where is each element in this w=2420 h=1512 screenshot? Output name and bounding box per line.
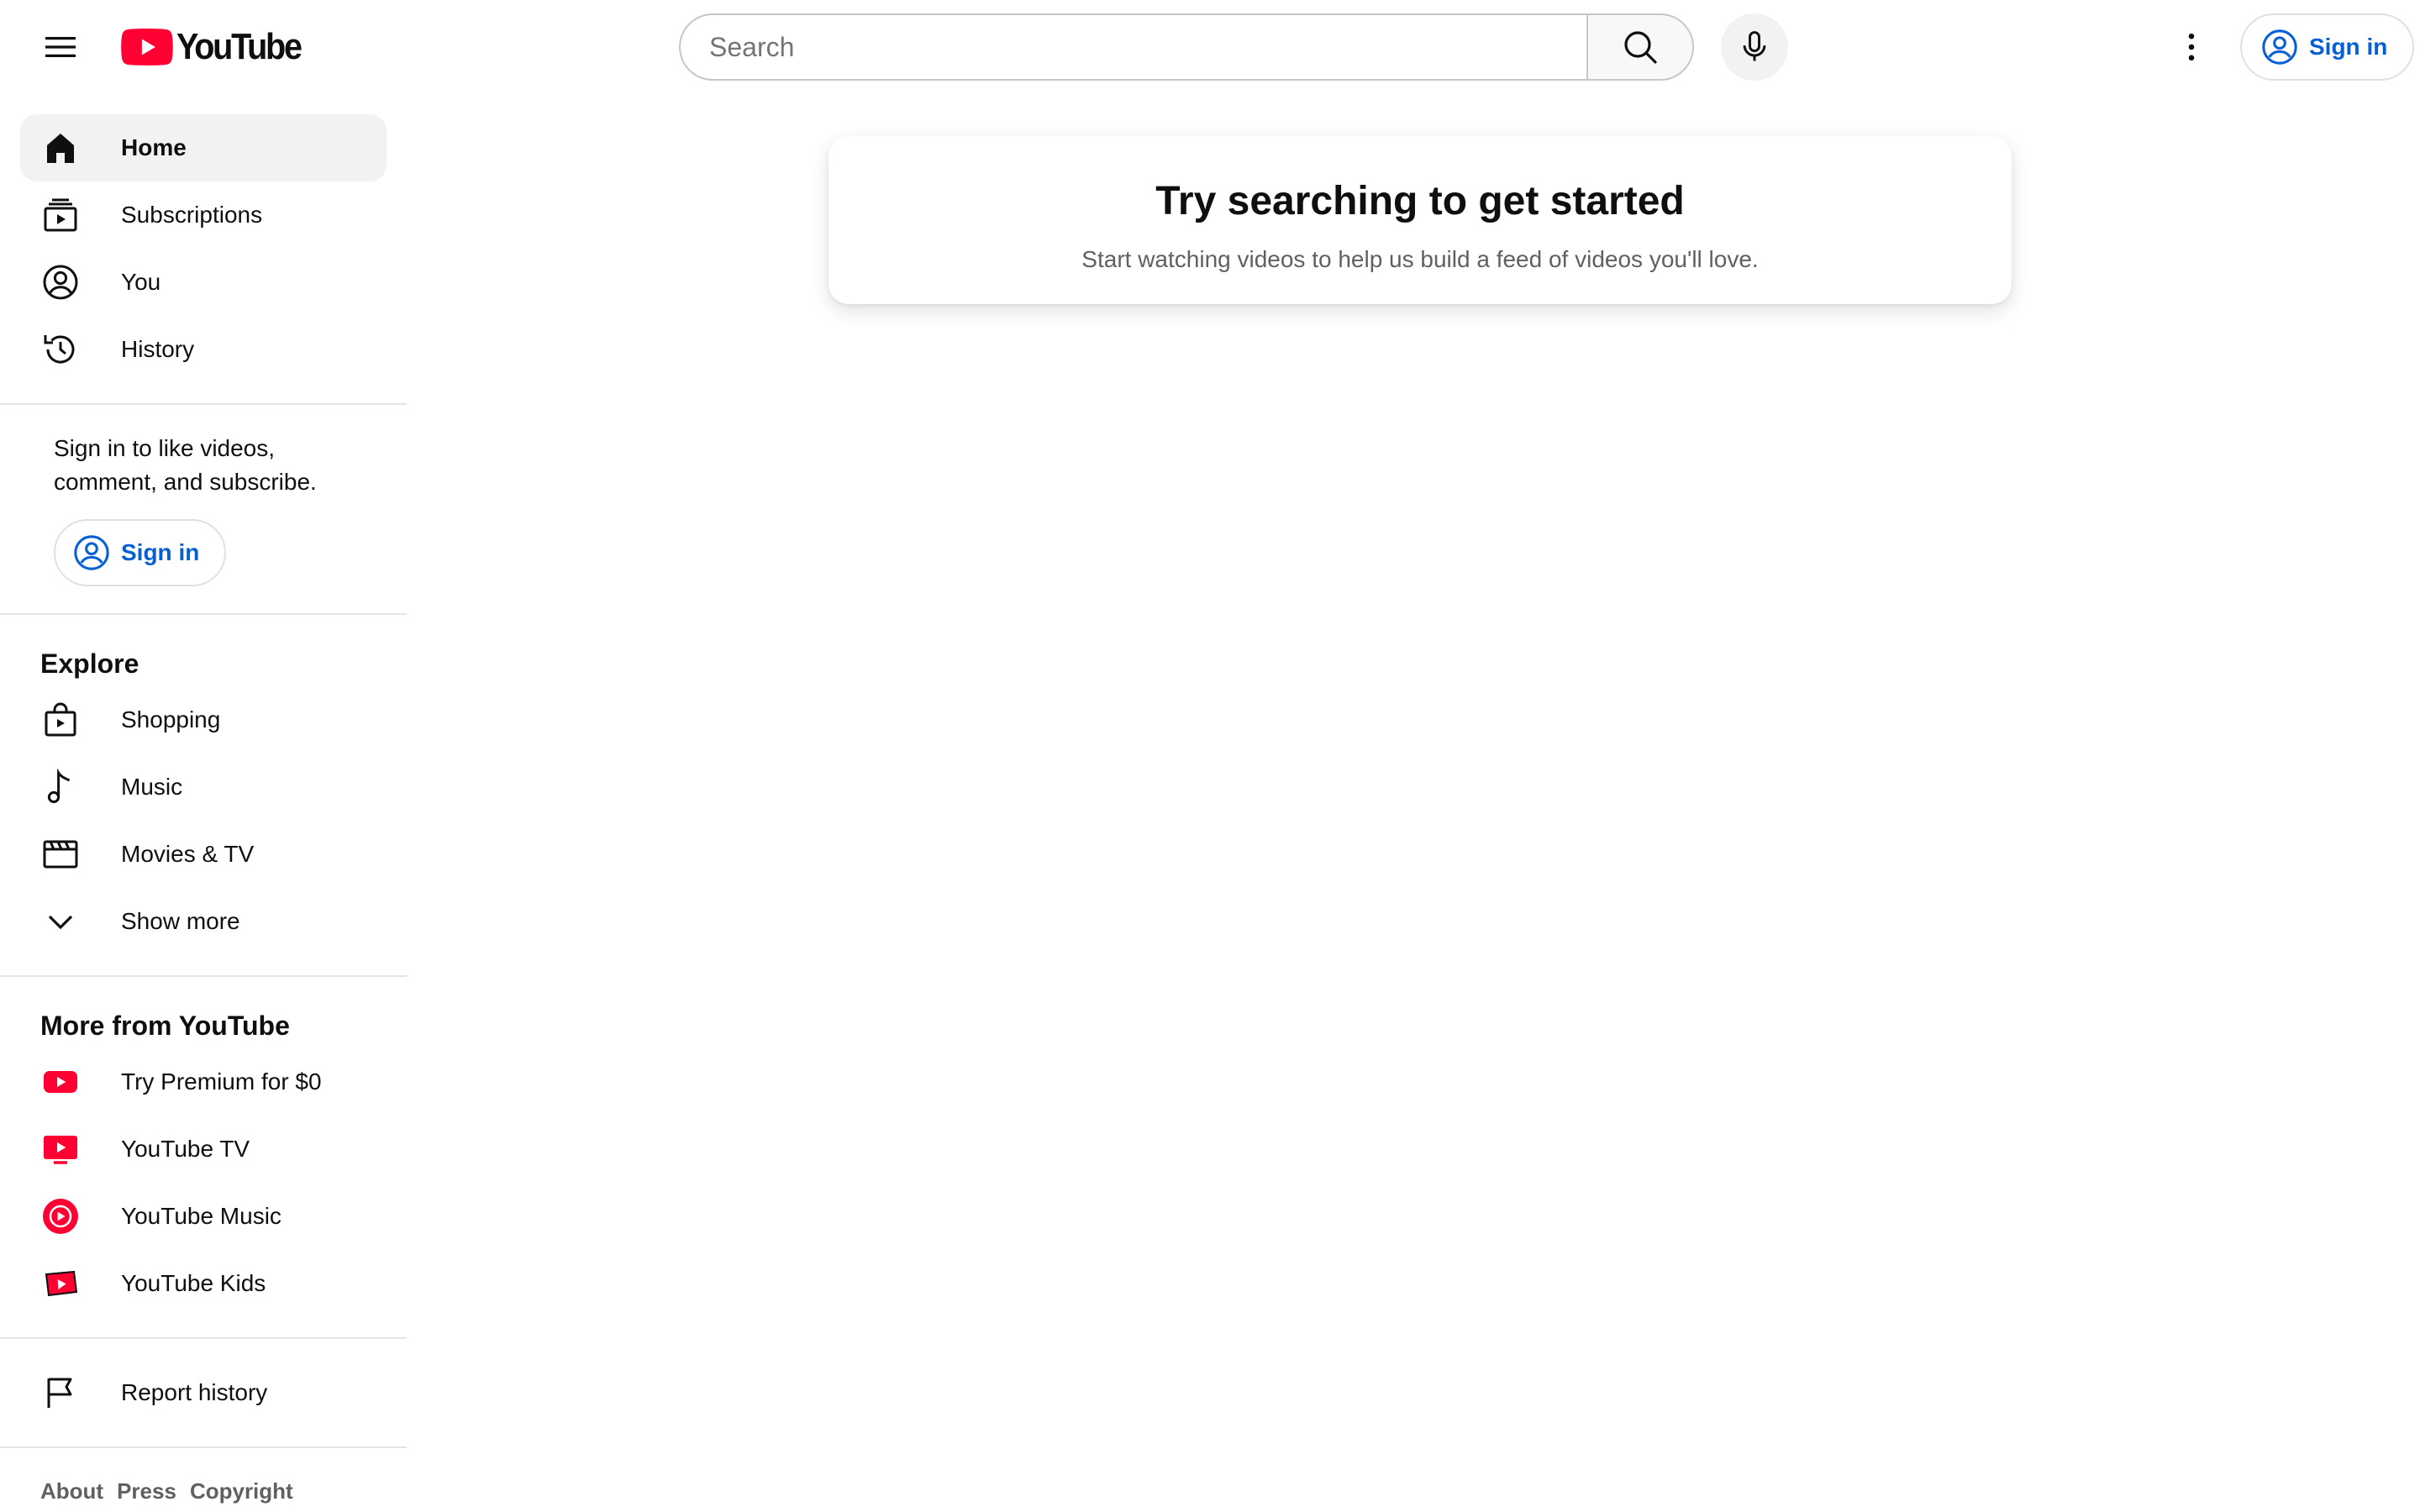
sidebar-item-youtube-tv[interactable]: YouTube TV (20, 1116, 387, 1183)
sign-in-button[interactable]: Sign in (2240, 13, 2415, 81)
sidebar-item-report-history[interactable]: Report history (20, 1359, 387, 1426)
sidebar-item-show-more[interactable]: Show more (20, 888, 387, 955)
footer-links: About Press Copyright (0, 1448, 407, 1512)
more-vertical-icon (2188, 33, 2195, 61)
search-bar (679, 13, 1694, 81)
sign-in-promo-text: Sign in to like videos, comment, and sub… (54, 435, 317, 495)
sidebar-item-label: Home (121, 134, 187, 160)
sidebar-sign-in-button[interactable]: Sign in (54, 519, 227, 586)
settings-more-button[interactable] (2158, 13, 2225, 81)
empty-feed-subtitle: Start watching videos to help us build a… (1081, 246, 1759, 272)
empty-feed-card: Try searching to get started Start watch… (829, 136, 2012, 304)
youtube-tv-icon (40, 1129, 81, 1169)
guide-menu-button[interactable] (27, 13, 94, 81)
sidebar-item-label: YouTube Kids (121, 1270, 266, 1296)
sidebar-item-you[interactable]: You (20, 249, 387, 316)
footer-link-about[interactable]: About (40, 1478, 103, 1504)
sidebar-item-history[interactable]: History (20, 316, 387, 383)
section-title-explore: Explore (40, 648, 139, 679)
youtube-music-icon (40, 1196, 81, 1236)
youtube-logo-icon (121, 29, 173, 66)
explore-section: Explore Shopping Music Movies & TV Show … (0, 615, 407, 977)
top-bar: YouTube Sign in (0, 0, 2420, 94)
sidebar-item-label: You (121, 269, 161, 295)
sidebar-item-subscriptions[interactable]: Subscriptions (20, 181, 387, 249)
account-circle-icon (40, 262, 81, 302)
sidebar-item-label: History (121, 336, 195, 362)
music-note-icon (40, 767, 81, 807)
sidebar-item-label: Subscriptions (121, 202, 263, 228)
section-title-more-from-youtube: More from YouTube (40, 1011, 290, 1041)
sidebar-item-label: Music (121, 774, 183, 800)
microphone-icon (1743, 31, 1766, 61)
sidebar-item-label: Try Premium for $0 (121, 1068, 322, 1095)
home-icon (40, 128, 81, 168)
sign-in-promo: Sign in to like videos, comment, and sub… (0, 405, 407, 615)
sign-in-label: Sign in (121, 539, 200, 565)
sidebar-item-youtube-kids[interactable]: YouTube Kids (20, 1250, 387, 1317)
voice-search-button[interactable] (1721, 13, 1788, 81)
sidebar-item-label: Report history (121, 1379, 268, 1405)
footer-link-copyright[interactable]: Copyright (190, 1478, 293, 1504)
sidebar-item-music[interactable]: Music (20, 753, 387, 821)
clapperboard-icon (40, 834, 81, 874)
main-nav-section: Home Subscriptions You History (0, 94, 407, 405)
sidebar-item-label: YouTube Music (121, 1203, 281, 1229)
report-section: Report history (0, 1339, 407, 1448)
shopping-bag-icon (40, 700, 81, 740)
youtube-logo[interactable]: YouTube (121, 25, 314, 69)
sidebar-item-label: YouTube TV (121, 1136, 250, 1162)
search-icon (1624, 31, 1657, 64)
sidebar-item-movies-tv[interactable]: Movies & TV (20, 821, 387, 888)
account-circle-icon (2262, 29, 2297, 65)
guide-sidebar: Home Subscriptions You History Sign in t… (0, 94, 407, 1512)
history-icon (40, 329, 81, 370)
sidebar-item-youtube-music[interactable]: YouTube Music (20, 1183, 387, 1250)
search-input[interactable] (709, 31, 1586, 63)
youtube-kids-icon (40, 1263, 81, 1304)
flag-icon (40, 1373, 81, 1413)
sidebar-item-premium[interactable]: Try Premium for $0 (20, 1048, 387, 1116)
sidebar-item-label: Shopping (121, 706, 221, 732)
search-button[interactable] (1586, 13, 1694, 81)
empty-feed-title: Try searching to get started (1155, 179, 1685, 223)
hamburger-menu-icon (45, 37, 76, 57)
search-box (679, 13, 1586, 81)
sign-in-label: Sign in (2309, 34, 2388, 60)
sidebar-item-label: Movies & TV (121, 841, 255, 867)
footer-link-press[interactable]: Press (117, 1478, 176, 1504)
sidebar-item-home[interactable]: Home (20, 114, 387, 181)
account-circle-icon (74, 535, 109, 570)
sidebar-item-shopping[interactable]: Shopping (20, 686, 387, 753)
sidebar-item-label: Show more (121, 908, 240, 934)
chevron-down-icon (40, 901, 81, 942)
youtube-premium-icon (40, 1062, 81, 1102)
logo-wordmark: YouTube (176, 26, 302, 67)
more-from-youtube-section: More from YouTube Try Premium for $0 You… (0, 977, 407, 1339)
subscriptions-icon (40, 195, 81, 235)
